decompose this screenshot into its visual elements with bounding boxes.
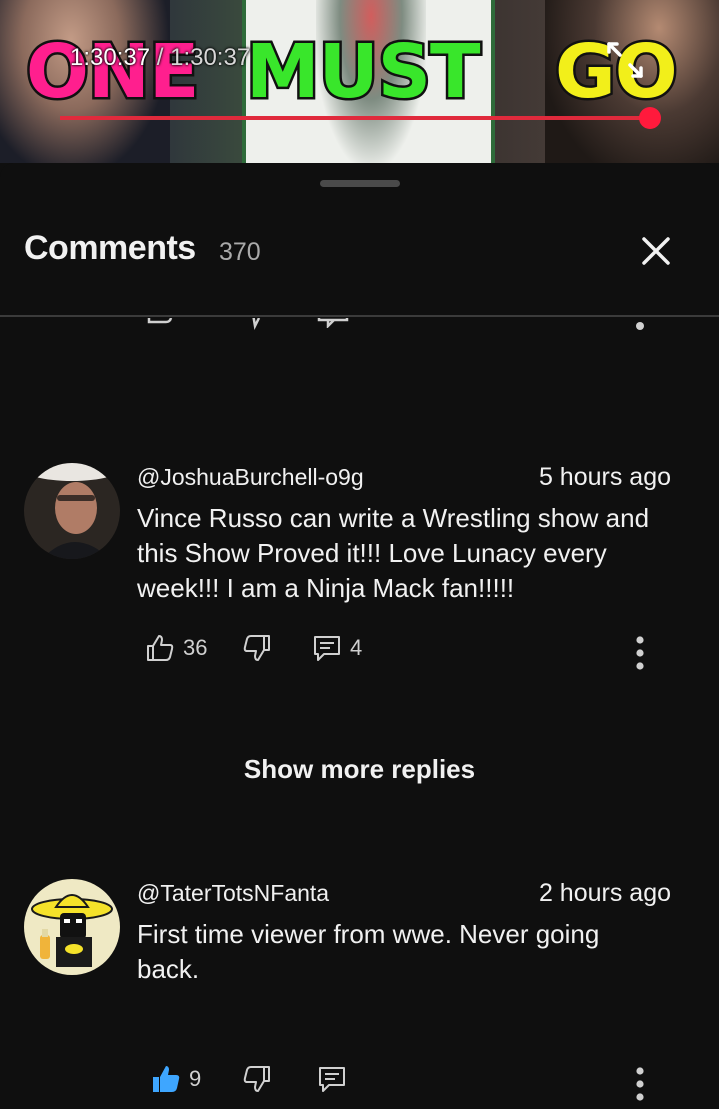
avatar[interactable]	[24, 879, 120, 975]
reply-icon[interactable]	[316, 318, 350, 328]
reply-count: 4	[350, 635, 363, 660]
like-icon	[153, 1066, 180, 1092]
dislike-icon[interactable]	[245, 318, 269, 332]
current-time: 1:30:37	[70, 44, 151, 71]
header-divider	[0, 315, 719, 317]
video-timecode: 1:30:37 / 1:30:37	[70, 44, 250, 72]
reply-button[interactable]: 4	[312, 633, 362, 663]
banner-word-must: MUST	[244, 27, 484, 118]
comments-sheet: Comments 370 @JoshuaBurchell-o9g 5 hours…	[0, 163, 719, 1101]
comment-timestamp: 2 hours ago	[538, 879, 671, 907]
video-player[interactable]: ONE MUST GO 1:30:37 / 1:30:37	[0, 0, 719, 163]
banner-word-one: ONE	[23, 27, 201, 118]
comment-text: Vince Russo can write a Wrestling show a…	[137, 503, 650, 603]
progress-scrubber[interactable]	[639, 107, 661, 129]
comment-timestamp: 5 hours ago	[538, 463, 671, 491]
comments-header: Comments 370	[0, 221, 719, 281]
like-button[interactable]: 9	[151, 1064, 201, 1094]
comment-text: First time viewer from wwe. Never going …	[137, 919, 600, 984]
reply-icon	[314, 636, 340, 661]
fullscreen-icon	[607, 42, 643, 78]
dislike-button[interactable]	[242, 633, 272, 663]
more-vert-icon	[636, 636, 644, 670]
fullscreen-button[interactable]	[603, 38, 647, 82]
progress-bar[interactable]	[60, 107, 661, 129]
dislike-button[interactable]	[242, 1064, 272, 1094]
show-more-replies-button[interactable]: Show more replies	[0, 754, 719, 785]
comments-title: Comments	[24, 229, 196, 267]
close-icon	[642, 237, 670, 265]
dislike-icon	[243, 1066, 270, 1092]
reply-icon	[319, 1067, 345, 1092]
comment-author[interactable]: @TaterTotsNFanta	[137, 880, 329, 907]
more-vert-icon	[636, 1067, 644, 1101]
comment-more-button[interactable]	[632, 633, 648, 673]
like-count: 9	[189, 1066, 202, 1091]
like-icon	[147, 635, 174, 661]
comments-count: 370	[219, 238, 261, 266]
close-button[interactable]	[636, 231, 676, 271]
comment-more-button[interactable]	[632, 1064, 648, 1104]
comment-actions: 36 4	[137, 633, 697, 673]
reply-button[interactable]	[317, 1064, 347, 1094]
duration: 1:30:37	[170, 44, 251, 71]
more-vert-icon[interactable]	[634, 320, 646, 332]
drag-handle[interactable]	[320, 180, 400, 187]
comment-actions: 9	[137, 1064, 697, 1104]
dislike-icon	[243, 635, 270, 661]
like-icon[interactable]	[146, 318, 174, 328]
like-count: 36	[183, 635, 208, 660]
avatar[interactable]	[24, 463, 120, 559]
time-separator: /	[150, 44, 171, 71]
previous-comment-actions	[0, 318, 719, 334]
comment-author[interactable]: @JoshuaBurchell-o9g	[137, 464, 364, 491]
like-button[interactable]: 36	[145, 633, 207, 663]
